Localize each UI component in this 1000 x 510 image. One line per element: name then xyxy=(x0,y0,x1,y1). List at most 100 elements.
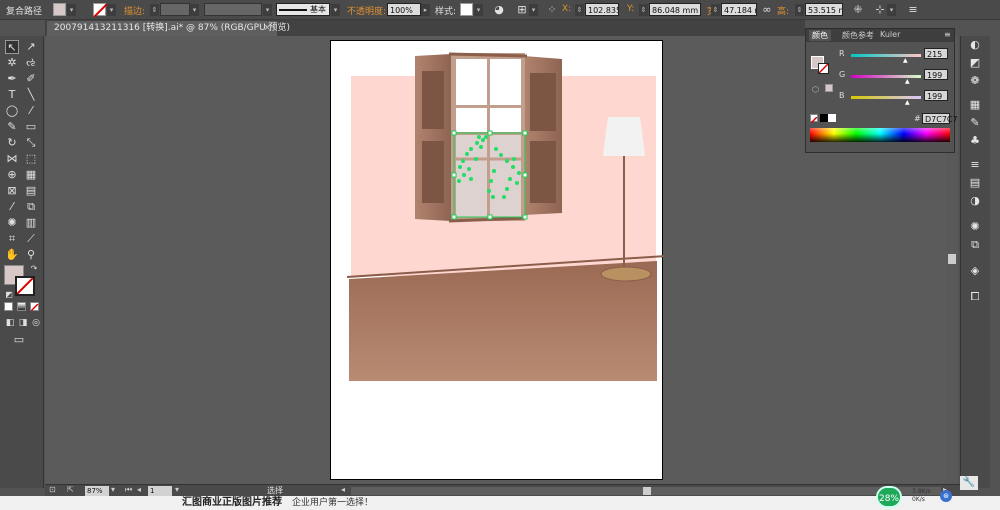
stroke-color-box[interactable] xyxy=(15,276,35,296)
banner-headline[interactable]: 汇图商业正版图片推荐 xyxy=(182,496,282,510)
x-label[interactable]: X: xyxy=(562,4,571,14)
tab-color[interactable]: 颜色 xyxy=(809,30,831,41)
gradient-mode-button[interactable] xyxy=(17,302,26,311)
page-field[interactable]: 1 xyxy=(148,486,172,496)
lasso-tool-icon[interactable]: ઌ xyxy=(24,56,38,70)
transform-menu-icon[interactable]: ⁜ xyxy=(851,3,865,17)
gradient-panel-icon[interactable]: ▤ xyxy=(968,176,982,190)
perspective-grid-tool-icon[interactable]: ▦ xyxy=(24,168,38,182)
zoom-field[interactable]: 87% xyxy=(85,486,109,496)
opacity-dropdown[interactable]: ▸ xyxy=(421,4,430,16)
recolor-icon[interactable]: ❁ xyxy=(968,74,982,88)
height-stepper[interactable]: ⇕ xyxy=(795,4,804,16)
first-page-icon[interactable]: ⏮ xyxy=(125,485,132,495)
r-slider[interactable] xyxy=(851,54,921,57)
out-of-gamut-icon[interactable]: ⬡ xyxy=(812,85,819,94)
y-stepper[interactable]: ⇕ xyxy=(639,4,648,16)
panel-menu-icon[interactable]: ≡ xyxy=(944,30,951,39)
transparency-panel-icon[interactable]: ◑ xyxy=(968,194,982,208)
swap-colors-icon[interactable]: ↷ xyxy=(27,262,41,276)
draw-inside-icon[interactable]: ◎ xyxy=(29,316,43,330)
recolor-artwork-icon[interactable]: ◕ xyxy=(492,3,506,17)
panel-menu-icon[interactable]: ≡ xyxy=(906,3,920,17)
graph-tool-icon[interactable]: ▥ xyxy=(24,216,38,230)
hand-tool-icon[interactable]: ✋ xyxy=(5,248,19,262)
symbols-icon[interactable]: ♣ xyxy=(968,134,982,148)
browser-shield-icon[interactable]: ⊛ xyxy=(940,490,952,502)
graphic-style-dropdown[interactable]: ▾ xyxy=(474,4,483,16)
stroke-label[interactable]: 描边: xyxy=(124,4,145,17)
paintbrush-tool-icon[interactable]: ⁄ xyxy=(24,104,38,118)
zoom-tool-icon[interactable]: ⚲ xyxy=(24,248,38,262)
tab-kuler[interactable]: Kuler xyxy=(880,30,900,39)
artboard-tool-icon[interactable]: ⌗ xyxy=(5,232,19,246)
system-monitor-badge[interactable]: 28% xyxy=(876,486,902,508)
screen-mode-icon[interactable]: ▭ xyxy=(12,333,26,347)
page-dropdown[interactable]: ▾ xyxy=(175,485,179,494)
direct-selection-tool-icon[interactable]: ↗ xyxy=(24,40,38,54)
swatches-icon[interactable]: ▦ xyxy=(968,98,982,112)
document-tab[interactable]: 200791413211316 [转换].ai* @ 87% (RGB/GPU … xyxy=(47,21,290,36)
type-tool-icon[interactable]: T xyxy=(5,88,19,102)
stroke-dropdown[interactable]: ▾ xyxy=(107,4,116,16)
stroke-panel-icon[interactable]: ≡ xyxy=(968,158,982,172)
gamut-color-swatch[interactable] xyxy=(825,84,833,92)
pen-tool-icon[interactable]: ✒ xyxy=(5,72,19,86)
color-guide-icon[interactable]: ◩ xyxy=(968,56,982,70)
draw-normal-icon[interactable]: ◧ xyxy=(3,316,17,330)
align-icon[interactable]: ⊞ xyxy=(515,3,529,17)
g-slider[interactable] xyxy=(851,75,921,78)
tab-color-guide[interactable]: 颜色参考 xyxy=(842,30,874,41)
isolate-dropdown[interactable]: ▾ xyxy=(887,4,896,16)
shape-builder-tool-icon[interactable]: ⊕ xyxy=(5,168,19,182)
free-transform-tool-icon[interactable]: ⬚ xyxy=(24,152,38,166)
draw-behind-icon[interactable]: ◨ xyxy=(16,316,30,330)
zoom-dropdown[interactable]: ▾ xyxy=(111,485,115,494)
hex-value-field[interactable]: D7C7C7 xyxy=(922,113,958,124)
horizontal-scroll-thumb[interactable] xyxy=(643,487,651,495)
scroll-left-icon[interactable]: ◂ xyxy=(341,485,345,494)
x-field[interactable]: 102.835 xyxy=(585,3,619,16)
pencil-tool-icon[interactable]: ✎ xyxy=(5,120,19,134)
none-color-button[interactable] xyxy=(810,114,818,124)
stroke-swatch[interactable] xyxy=(93,3,108,18)
y-label[interactable]: Y: xyxy=(627,4,634,14)
mesh-tool-icon[interactable]: ⊠ xyxy=(5,184,19,198)
width-field[interactable]: 47.184 m xyxy=(721,3,757,16)
prev-page-icon[interactable]: ◂ xyxy=(137,485,141,494)
height-label[interactable]: 高: xyxy=(777,4,789,17)
curvature-tool-icon[interactable]: ✐ xyxy=(24,72,38,86)
rotate-tool-icon[interactable]: ↻ xyxy=(5,136,19,150)
artboard[interactable] xyxy=(330,40,666,480)
height-field[interactable]: 53.515 mm xyxy=(805,3,843,16)
b-slider-thumb[interactable]: ▲ xyxy=(905,99,910,106)
appearance-panel-icon[interactable]: ✺ xyxy=(968,220,982,234)
opacity-field[interactable]: 100% xyxy=(387,3,421,16)
variable-width-field[interactable] xyxy=(204,3,262,16)
r-value-field[interactable]: 215 xyxy=(924,48,948,59)
g-slider-thumb[interactable]: ▲ xyxy=(905,78,910,85)
eyedropper-tool-icon[interactable]: ⁄ xyxy=(5,200,19,214)
color-panel-icon[interactable]: ◐ xyxy=(968,38,982,52)
x-stepper[interactable]: ⇕ xyxy=(575,4,584,16)
stroke-weight-field[interactable] xyxy=(160,3,190,16)
layers-panel-icon[interactable]: ◈ xyxy=(968,264,982,278)
artboards-panel-icon[interactable]: ⧠ xyxy=(968,290,982,304)
blend-tool-icon[interactable]: ⧉ xyxy=(24,200,38,214)
horizontal-scrollbar[interactable] xyxy=(351,487,941,495)
link-proportions-icon[interactable]: ∞ xyxy=(760,3,774,17)
width-stepper[interactable]: ⇕ xyxy=(711,4,720,16)
vertical-scroll-thumb[interactable] xyxy=(948,254,956,264)
r-slider-thumb[interactable]: ▲ xyxy=(903,57,908,64)
panel-stroke-swatch[interactable] xyxy=(818,63,829,74)
magic-wand-tool-icon[interactable]: ✲ xyxy=(5,56,19,70)
b-value-field[interactable]: 199 xyxy=(924,90,948,101)
none-mode-button[interactable] xyxy=(30,302,39,312)
stroke-weight-dropdown[interactable]: ▾ xyxy=(190,4,199,16)
transform-reference-icon[interactable]: ⁘ xyxy=(545,3,559,17)
g-value-field[interactable]: 199 xyxy=(924,69,948,80)
symbol-sprayer-tool-icon[interactable]: ✺ xyxy=(5,216,19,230)
share-icon[interactable]: ⇱ xyxy=(67,485,74,494)
opacity-label[interactable]: 不透明度: xyxy=(347,4,386,17)
close-tab-icon[interactable]: × xyxy=(263,21,271,36)
